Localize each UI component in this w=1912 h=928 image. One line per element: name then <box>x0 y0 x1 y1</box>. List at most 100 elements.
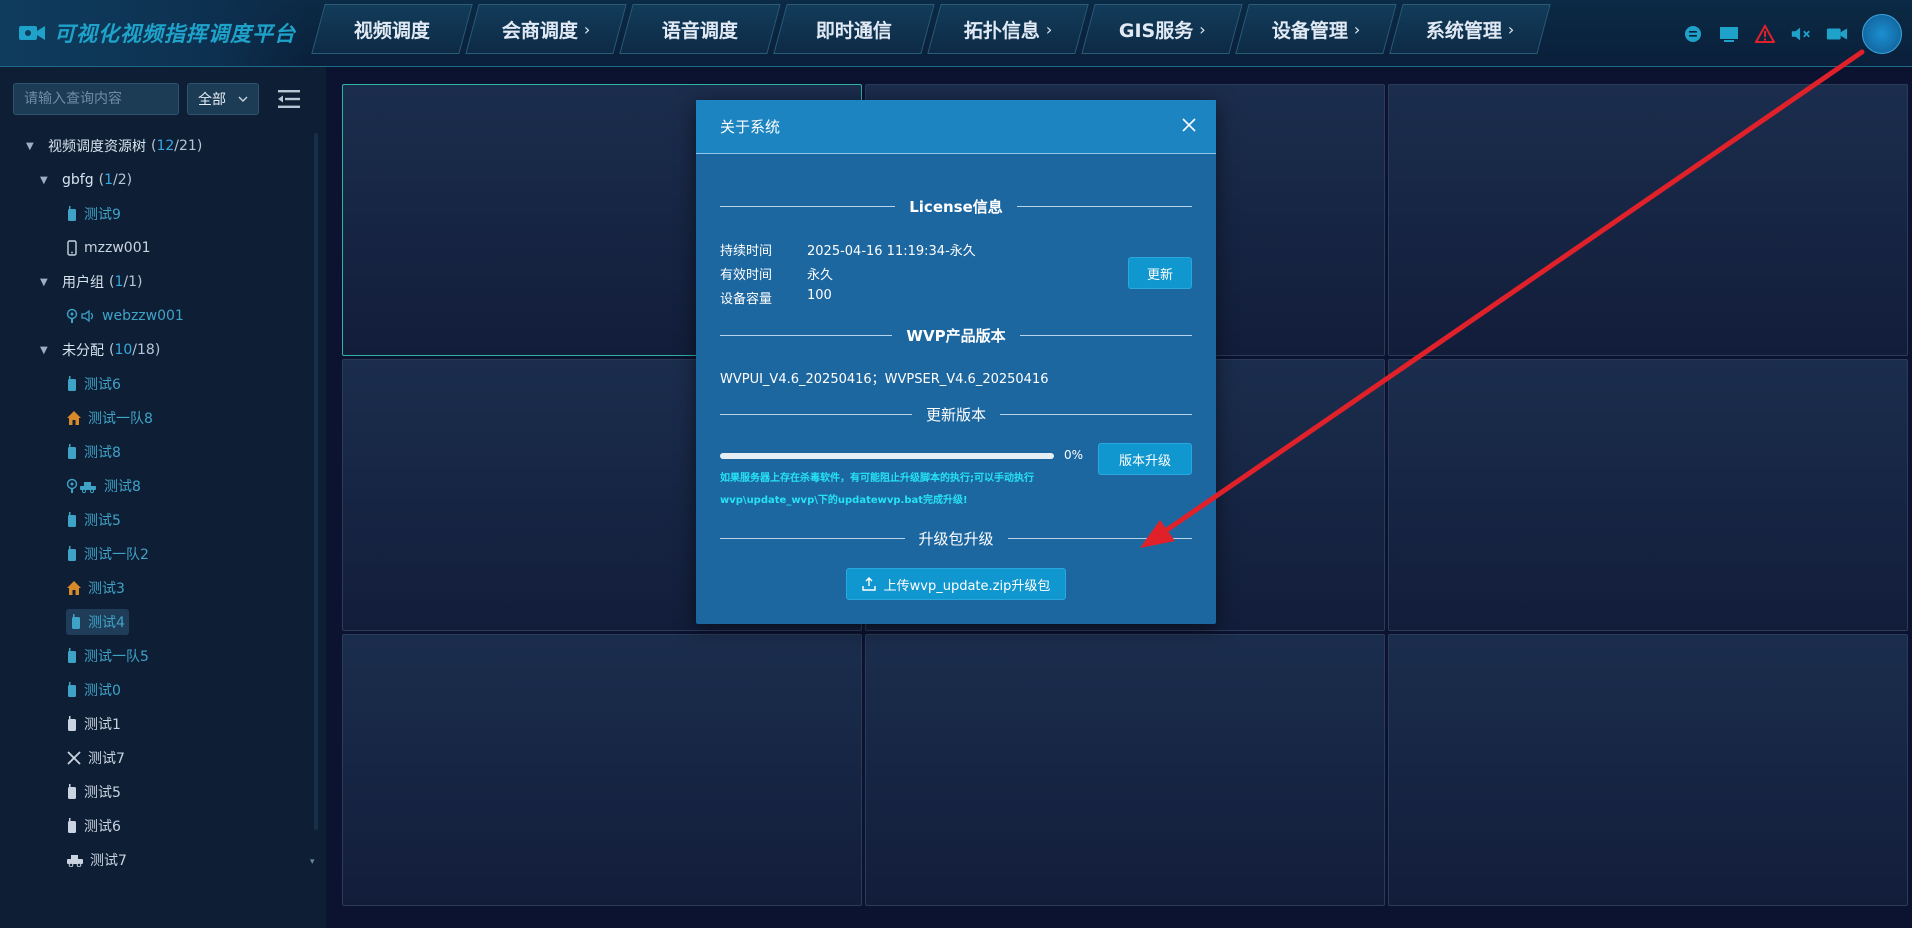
tree-device[interactable]: 测试0 <box>0 673 316 707</box>
walkie-icon <box>66 512 78 528</box>
tree-device-label: 测试7 <box>90 853 127 869</box>
total-count: 21 <box>179 138 197 154</box>
video-cell[interactable] <box>1388 634 1908 906</box>
version-upgrade-button[interactable]: 版本升级 <box>1098 443 1192 475</box>
top-bar: 可视化视频指挥调度平台 视频调度 会商调度 › 语音调度 即时通信 拓扑信息 › GIS服务 ›… <box>0 0 1912 67</box>
tree-device[interactable]: 测试5 <box>0 503 316 537</box>
tree-device-label: 测试5 <box>84 513 121 529</box>
walkie-icon <box>66 206 78 222</box>
upgrade-progress-bar <box>720 453 1054 459</box>
caret-down-icon[interactable]: ▼ <box>40 277 50 288</box>
caret-down-icon[interactable]: ▼ <box>26 141 36 152</box>
video-cell[interactable] <box>342 634 862 906</box>
update-license-button[interactable]: 更新 <box>1128 257 1192 289</box>
license-row-capacity: 设备容量 100 <box>720 288 832 307</box>
tree-group[interactable]: ▼ 视频调度资源树 (12/21) <box>0 129 316 163</box>
video-cell[interactable] <box>865 634 1385 906</box>
license-value: 永久 <box>807 268 834 283</box>
online-count: 1 <box>104 172 113 188</box>
tree-device[interactable]: 测试7 <box>0 843 316 877</box>
close-icon[interactable] <box>1182 118 1196 132</box>
tree-group-count: (1/2) <box>98 172 133 188</box>
sidebar: 全部 ▼ 视频调度资源树 (12/21) ▼ gbfg(1/2) 测试9 mzzw001 ▼ 用… <box>0 67 326 928</box>
video-cell[interactable] <box>1388 84 1908 356</box>
tree-device[interactable]: webzzw001 <box>0 299 316 333</box>
upload-package-button[interactable]: 上传wvp_update.zip升级包 <box>846 568 1066 600</box>
nav-item[interactable]: 拓扑信息 › <box>927 4 1089 54</box>
product-section-divider: WVP产品版本 <box>720 325 1192 345</box>
tree-device[interactable]: 测试4 <box>0 605 316 639</box>
filter-select[interactable]: 全部 <box>187 83 259 115</box>
caret-down-icon[interactable]: ▼ <box>40 175 50 186</box>
nav-item[interactable]: 会商调度 › <box>465 4 627 54</box>
home-icon <box>66 410 82 426</box>
collapse-menu-icon[interactable] <box>275 85 303 113</box>
avatar[interactable] <box>1862 14 1902 54</box>
video-icon[interactable] <box>1826 23 1848 45</box>
tree-group[interactable]: ▼ 未分配 (10/18) <box>0 333 316 367</box>
nav-item-label: 语音调度 <box>661 19 738 42</box>
tree-device[interactable]: 测试9 <box>0 197 316 231</box>
video-camera-icon <box>19 26 45 40</box>
nav-item[interactable]: GIS服务 › <box>1081 4 1243 54</box>
screen-icon[interactable] <box>1718 23 1740 45</box>
tree-device[interactable]: 测试3 <box>0 571 316 605</box>
upgrade-progress-label: 0% <box>1064 448 1084 462</box>
tree-device[interactable]: 测试8 <box>0 435 316 469</box>
upload-package-label: 上传wvp_update.zip升级包 <box>883 578 1051 594</box>
tree-device[interactable]: mzzw001 <box>0 231 316 265</box>
tree-group-count: (10/18) <box>109 342 161 358</box>
nav-item[interactable]: 设备管理 › <box>1235 4 1397 54</box>
tree-device[interactable]: 测试6 <box>0 367 316 401</box>
filter-select-value: 全部 <box>198 92 226 108</box>
tree-device[interactable]: 测试一队8 <box>0 401 316 435</box>
nav-item-label: 即时通信 <box>815 19 892 42</box>
chevron-right-icon: › <box>1353 19 1361 39</box>
total-count: 1 <box>128 274 138 290</box>
mute-icon[interactable] <box>1790 23 1812 45</box>
tree-device[interactable]: 测试1 <box>0 707 316 741</box>
video-cell[interactable] <box>1388 359 1908 631</box>
nav-item-label: 视频调度 <box>353 19 430 42</box>
nav-item[interactable]: 即时通信 <box>773 4 935 54</box>
message-icon[interactable] <box>1682 23 1704 45</box>
total-count: 2 <box>117 172 127 188</box>
license-key: 有效时间 <box>720 268 773 283</box>
chevron-right-icon: › <box>583 19 591 39</box>
tree-device[interactable]: 测试一队5 <box>0 639 316 673</box>
tree-device[interactable]: 测试7 <box>0 741 316 775</box>
update-section-title: 更新版本 <box>926 405 987 424</box>
tree-group[interactable]: ▼ 用户组 (1/1) <box>0 265 316 299</box>
tree-device-label: mzzw001 <box>84 240 151 256</box>
nav-item[interactable]: 语音调度 <box>619 4 781 54</box>
nav-item[interactable]: 系统管理 › <box>1389 4 1551 54</box>
tree-device[interactable]: 测试6 <box>0 809 316 843</box>
alarm-icon[interactable] <box>1754 23 1776 45</box>
package-section-title: 升级包升级 <box>918 529 994 548</box>
tree-group-label: 未分配 <box>62 343 104 359</box>
tree-device-label: 测试3 <box>88 581 125 597</box>
tree-device-label: 测试0 <box>84 683 121 699</box>
total-count: 18 <box>137 342 155 358</box>
upgrade-notice: 如果服务器上存在杀毒软件，有可能阻止升级脚本的执行;可以手动执行wvp\upda… <box>720 473 1034 506</box>
nav-item[interactable]: 视频调度 <box>311 4 473 54</box>
tools-icon <box>66 750 82 766</box>
nav-item-label: 设备管理 <box>1271 19 1348 42</box>
tree-device[interactable]: 测试5 <box>0 775 316 809</box>
walkie-icon <box>66 376 78 392</box>
tree-scrollbar[interactable] <box>314 133 318 830</box>
tree-group[interactable]: ▼ gbfg (1/2) <box>0 163 316 197</box>
license-value: 100 <box>807 288 832 303</box>
scroll-down-icon[interactable]: ▾ <box>310 857 320 867</box>
search-input[interactable] <box>13 83 179 115</box>
tree-device-label: 测试一队8 <box>88 411 153 427</box>
resource-tree: ▼ 视频调度资源树 (12/21) ▼ gbfg (1/2) 测试9 mzzw001 ▼ 用户组 (… <box>0 129 316 877</box>
brand: 可视化视频指挥调度平台 <box>0 0 310 66</box>
tree-device-label: 测试5 <box>84 785 121 801</box>
tree-device[interactable]: 测试一队2 <box>0 537 316 571</box>
nav-item-label: 拓扑信息 <box>963 19 1040 42</box>
caret-down-icon[interactable]: ▼ <box>40 345 50 356</box>
walkie-icon <box>66 444 78 460</box>
tree-device[interactable]: 测试8 <box>0 469 316 503</box>
product-section-title: WVP产品版本 <box>906 326 1006 345</box>
